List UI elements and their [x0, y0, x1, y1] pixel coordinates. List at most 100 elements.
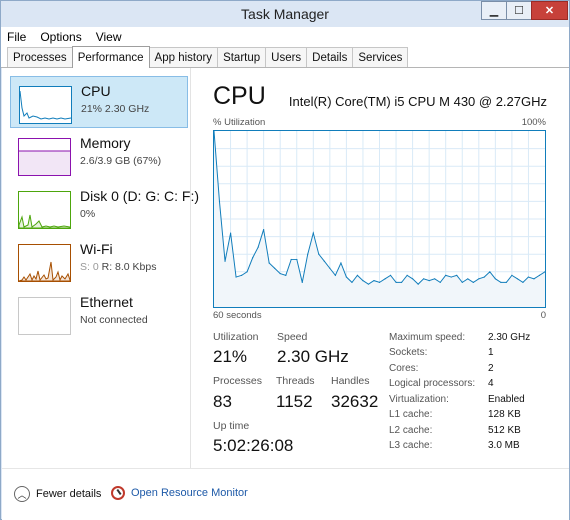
graph-label-time-span: 60 seconds — [213, 310, 262, 321]
ethernet-thumbnail-graph — [18, 297, 71, 335]
sidebar-item-memory[interactable]: Memory 2.6/3.9 GB (67%) — [10, 129, 188, 181]
cpu-utilization-point — [434, 278, 436, 280]
cpu-utilization-point — [428, 280, 430, 282]
cpu-utilization-point — [246, 271, 248, 273]
cpu-utilization-point — [296, 258, 298, 261]
cpu-utilization-point — [522, 281, 524, 283]
tab-app-history[interactable]: App history — [148, 47, 219, 67]
cpu-utilization-point — [218, 200, 221, 202]
cpu-utilization-point — [478, 278, 480, 280]
spec-sockets-val: 1 — [488, 347, 494, 358]
sidebar-ethernet-name: Ethernet — [80, 294, 133, 310]
cpu-utilization-point — [345, 276, 347, 278]
memory-thumbnail-graph — [18, 138, 71, 176]
handles-label: Handles — [331, 375, 370, 387]
cpu-utilization-point — [362, 280, 364, 282]
cpu-utilization-point — [483, 276, 485, 278]
sidebar-disk-sub: 0% — [80, 208, 96, 220]
processes-label: Processes — [213, 375, 263, 387]
cpu-utilization-point — [378, 281, 381, 283]
maximize-icon: ☐ — [514, 5, 524, 17]
cpu-utilization-point — [274, 267, 276, 269]
sidebar-wifi-sub: S: 0 R: 8.0 Kbps — [80, 261, 156, 273]
footer-bar: ︿ Fewer details Open Resource Monitor — [2, 468, 569, 520]
resource-sidebar: CPU 21% 2.30 GHz Memory 2.6/3.9 GB (67%)… — [2, 68, 199, 468]
cpu-utilization-point — [467, 278, 469, 280]
cpu-utilization-point — [456, 274, 458, 276]
cpu-utilization-point — [389, 274, 392, 276]
spec-l3-cache-key: L3 cache: — [389, 440, 433, 451]
title-bar: Task Manager ▁ ☐ ✕ — [1, 1, 569, 27]
cpu-utilization-point — [356, 274, 359, 276]
menu-options[interactable]: Options — [40, 30, 81, 44]
cpu-detail-pane: CPU Intel(R) Core(TM) i5 CPU M 430 @ 2.2… — [192, 68, 569, 468]
threads-label: Threads — [276, 375, 315, 387]
disk-thumbnail-graph — [18, 191, 71, 229]
cpu-utilization-point — [230, 232, 232, 234]
menu-file[interactable]: File — [7, 30, 26, 44]
graph-label-max: 100% — [521, 117, 546, 128]
cpu-utilization-point — [263, 228, 265, 231]
sidebar-item-ethernet[interactable]: Ethernet Not connected — [10, 288, 188, 340]
sidebar-item-disk[interactable]: Disk 0 (D: G: C: F:) 0% — [10, 182, 199, 234]
graph-label-zero: 0 — [540, 310, 546, 321]
open-resource-monitor-link[interactable]: Open Resource Monitor — [111, 486, 248, 500]
sidebar-item-cpu[interactable]: CPU 21% 2.30 GHz — [10, 76, 188, 128]
speed-value: 2.30 GHz — [277, 347, 349, 366]
cpu-utilization-point — [257, 246, 259, 248]
open-resource-monitor-label: Open Resource Monitor — [131, 487, 248, 499]
cpu-utilization-point — [318, 253, 320, 255]
tab-details[interactable]: Details — [306, 47, 354, 67]
sidebar-wifi-name: Wi-Fi — [80, 241, 113, 257]
close-button[interactable]: ✕ — [531, 1, 568, 20]
sidebar-cpu-name: CPU — [81, 83, 111, 99]
minimize-button[interactable]: ▁ — [481, 1, 507, 20]
task-manager-window: Task Manager ▁ ☐ ✕ File Options View Pro… — [0, 0, 570, 520]
cpu-utilization-point — [323, 260, 325, 262]
tab-startup[interactable]: Startup — [217, 47, 267, 67]
cpu-utilization-point — [423, 278, 425, 280]
spec-virtualization-val: Enabled — [488, 394, 525, 405]
spec-virtualization-key: Virtualization: — [389, 394, 449, 405]
cpu-utilization-point — [538, 274, 541, 276]
tab-services[interactable]: Services — [352, 47, 409, 67]
sidebar-item-wifi[interactable]: Wi-Fi S: 0 R: 8.0 Kbps — [10, 235, 188, 287]
cpu-utilization-point — [544, 271, 545, 273]
spec-l1-cache-val: 128 KB — [488, 409, 521, 420]
cpu-model: Intel(R) Core(TM) i5 CPU M 430 @ 2.27GHz — [288, 94, 547, 109]
processes-value: 83 — [213, 392, 232, 411]
tab-performance[interactable]: Performance — [71, 46, 150, 68]
cpu-utilization-point — [400, 281, 403, 283]
cpu-utilization-point — [285, 274, 287, 276]
cpu-utilization-point — [445, 274, 447, 276]
cpu-utilization-graph — [213, 130, 546, 308]
uptime-label: Up time — [213, 420, 250, 432]
spec-logical-processors-val: 4 — [488, 378, 494, 389]
cpu-utilization-point — [241, 274, 243, 276]
cpu-utilization-point — [412, 278, 414, 280]
sidebar-memory-name: Memory — [80, 135, 131, 151]
spec-sockets-key: Sockets: — [389, 347, 428, 358]
minimize-icon: ▁ — [489, 5, 499, 17]
cpu-utilization-point — [367, 283, 370, 285]
menu-view[interactable]: View — [96, 30, 122, 44]
fewer-details-button[interactable]: ︿ Fewer details — [14, 486, 101, 502]
spec-cores-val: 2 — [488, 363, 494, 374]
graph-label-utilization: % Utilization — [213, 117, 266, 128]
spec-l2-cache-val: 512 KB — [488, 425, 521, 436]
cpu-utilization-point — [290, 258, 292, 261]
wifi-thumbnail-graph — [18, 244, 71, 282]
tab-users[interactable]: Users — [265, 47, 308, 67]
cpu-utilization-point — [235, 276, 237, 278]
cpu-utilization-point — [505, 281, 507, 283]
tab-processes[interactable]: Processes — [7, 47, 73, 67]
cpu-utilization-point — [406, 274, 408, 276]
cpu-utilization-point — [373, 280, 375, 282]
utilization-label: Utilization — [213, 331, 259, 343]
cpu-utilization-point — [340, 262, 342, 264]
cpu-utilization-point — [516, 278, 519, 280]
cpu-thumbnail-graph — [19, 86, 72, 124]
handles-value: 32632 — [331, 392, 379, 411]
spec-l3-cache-val: 3.0 MB — [488, 440, 520, 451]
maximize-button[interactable]: ☐ — [506, 1, 532, 20]
